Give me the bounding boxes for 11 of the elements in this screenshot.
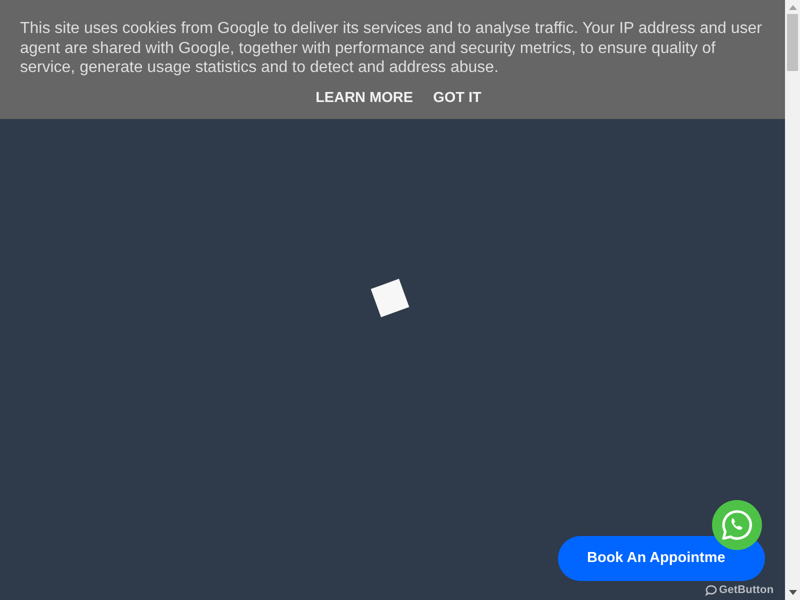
chat-bubble-icon xyxy=(705,585,718,596)
scrollbar-thumb[interactable] xyxy=(787,14,798,71)
chat-bubble-phone-icon[interactable] xyxy=(712,500,762,550)
scrollbar[interactable] xyxy=(785,0,800,600)
cookie-button[interactable]: GOT IT xyxy=(433,88,482,106)
book-appointment-button[interactable]: Book An Appointme xyxy=(558,536,765,581)
scroll-up-icon[interactable] xyxy=(788,5,796,10)
widget-brand-label: GetButton xyxy=(719,584,774,597)
cookie-button[interactable]: LEARN MORE xyxy=(316,88,414,106)
scroll-down-icon[interactable] xyxy=(788,590,796,595)
cookie-message: This site uses cookies from Google to deliver its services and to analyse traffic. Your IP address and user agent are shared with Google, together with performance and security metrics, to ensure quality of service, generate usage statistics and to detect and address abuse. xyxy=(20,19,764,78)
